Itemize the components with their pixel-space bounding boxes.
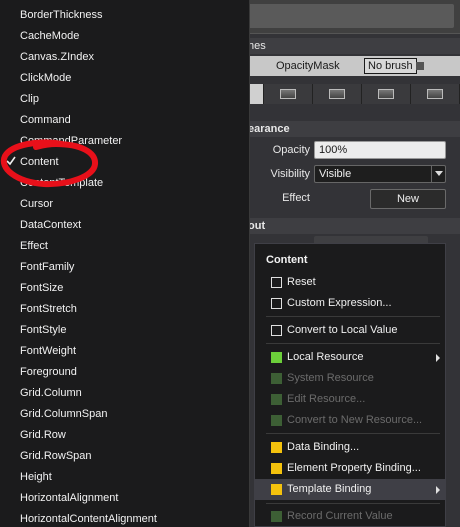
- system-resource-icon: [271, 373, 282, 384]
- gradient-brush-icon: [329, 89, 345, 99]
- record-current-value-menu-item: Record Current Value: [255, 506, 445, 527]
- opacity-mask-label: OpacityMask: [276, 60, 340, 72]
- template-binding-icon: [271, 484, 282, 495]
- property-item[interactable]: FontStretch: [20, 299, 77, 320]
- reset-icon: [271, 277, 282, 288]
- system-resource-menu-item: System Resource: [255, 368, 445, 389]
- edit-resource-menu-item: Edit Resource...: [255, 389, 445, 410]
- property-item[interactable]: FontSize: [20, 278, 63, 299]
- checkmark-icon: [6, 156, 16, 166]
- solid-brush-tab[interactable]: [264, 84, 313, 104]
- scroll-thumb[interactable]: [246, 4, 454, 28]
- context-menu-title: Content: [266, 254, 308, 266]
- property-item[interactable]: Clip: [20, 89, 39, 110]
- property-item[interactable]: FontStyle: [20, 320, 66, 341]
- convert-to-local-value-menu-item[interactable]: Convert to Local Value: [255, 320, 445, 341]
- menu-separator: [266, 316, 440, 317]
- gradient-brush-tab[interactable]: [313, 84, 362, 104]
- local-value-icon: [271, 325, 282, 336]
- property-item[interactable]: CacheMode: [20, 26, 79, 47]
- property-item[interactable]: Grid.RowSpan: [20, 446, 92, 467]
- property-item[interactable]: ClickMode: [20, 68, 71, 89]
- brushes-section-header[interactable]: hes: [230, 38, 460, 54]
- property-item[interactable]: Grid.Column: [20, 383, 82, 404]
- template-binding-menu-item[interactable]: Template Binding: [255, 479, 445, 500]
- convert-to-new-resource-menu-item: Convert to New Resource...: [255, 410, 445, 431]
- visibility-select[interactable]: Visible: [314, 165, 446, 183]
- opacity-field[interactable]: 100%: [314, 141, 446, 159]
- element-property-binding-menu-item[interactable]: Element Property Binding...: [255, 458, 445, 479]
- brush-tab-active[interactable]: [250, 84, 264, 104]
- visibility-label: Visibility: [270, 168, 310, 180]
- opacity-label: Opacity: [272, 144, 310, 156]
- property-item[interactable]: DataContext: [20, 215, 81, 236]
- appearance-section-header[interactable]: earance: [230, 121, 460, 137]
- visibility-value: Visible: [319, 168, 352, 180]
- menu-separator: [266, 503, 440, 504]
- property-item[interactable]: FontFamily: [20, 257, 74, 278]
- local-resource-menu-item[interactable]: Local Resource: [255, 347, 445, 368]
- context-menu: Content Reset Custom Expression... Conve…: [254, 243, 446, 527]
- layout-section-header[interactable]: out: [230, 218, 460, 234]
- menu-separator: [266, 343, 440, 344]
- property-item[interactable]: CommandParameter: [20, 131, 122, 152]
- local-resource-icon: [271, 352, 282, 363]
- element-binding-icon: [271, 463, 282, 474]
- opacity-mask-value[interactable]: No brush: [364, 58, 417, 74]
- property-item[interactable]: ContentTemplate: [20, 173, 103, 194]
- expression-icon: [271, 298, 282, 309]
- property-item-content[interactable]: Content: [20, 152, 59, 173]
- resource-brush-icon: [427, 89, 443, 99]
- property-item[interactable]: Command: [20, 110, 71, 131]
- opacity-mask-row[interactable]: OpacityMask No brush: [250, 56, 460, 76]
- property-item[interactable]: FontWeight: [20, 341, 76, 362]
- custom-expression-menu-item[interactable]: Custom Expression...: [255, 293, 445, 314]
- chevron-down-icon[interactable]: [431, 166, 445, 182]
- property-item[interactable]: Cursor: [20, 194, 53, 215]
- property-item[interactable]: BorderThickness: [20, 5, 103, 26]
- submenu-arrow-icon: [436, 354, 440, 362]
- property-list: BorderThickness CacheMode Canvas.ZIndex …: [0, 0, 250, 527]
- solid-brush-icon: [280, 89, 296, 99]
- property-item[interactable]: Height: [20, 467, 52, 488]
- tile-brush-icon: [378, 89, 394, 99]
- data-binding-icon: [271, 442, 282, 453]
- effect-label: Effect: [282, 192, 310, 204]
- resource-brush-tab[interactable]: [411, 84, 460, 104]
- record-value-icon: [271, 511, 282, 522]
- panel-top-scroll-area: [230, 0, 460, 34]
- property-item[interactable]: HorizontalAlignment: [20, 488, 118, 509]
- property-item[interactable]: HorizontalContentAlignment: [20, 509, 157, 527]
- advanced-options-marker[interactable]: [416, 62, 424, 70]
- property-item[interactable]: Grid.Row: [20, 425, 66, 446]
- data-binding-menu-item[interactable]: Data Binding...: [255, 437, 445, 458]
- property-item[interactable]: Foreground: [20, 362, 77, 383]
- property-item[interactable]: Canvas.ZIndex: [20, 47, 94, 68]
- property-item[interactable]: Grid.ColumnSpan: [20, 404, 107, 425]
- menu-separator: [266, 433, 440, 434]
- new-resource-icon: [271, 415, 282, 426]
- new-effect-button[interactable]: New: [370, 189, 446, 209]
- tile-brush-tab[interactable]: [362, 84, 411, 104]
- submenu-arrow-icon: [436, 486, 440, 494]
- reset-menu-item[interactable]: Reset: [255, 272, 445, 293]
- property-item[interactable]: Effect: [20, 236, 48, 257]
- brush-type-tabs: [250, 84, 460, 104]
- edit-resource-icon: [271, 394, 282, 405]
